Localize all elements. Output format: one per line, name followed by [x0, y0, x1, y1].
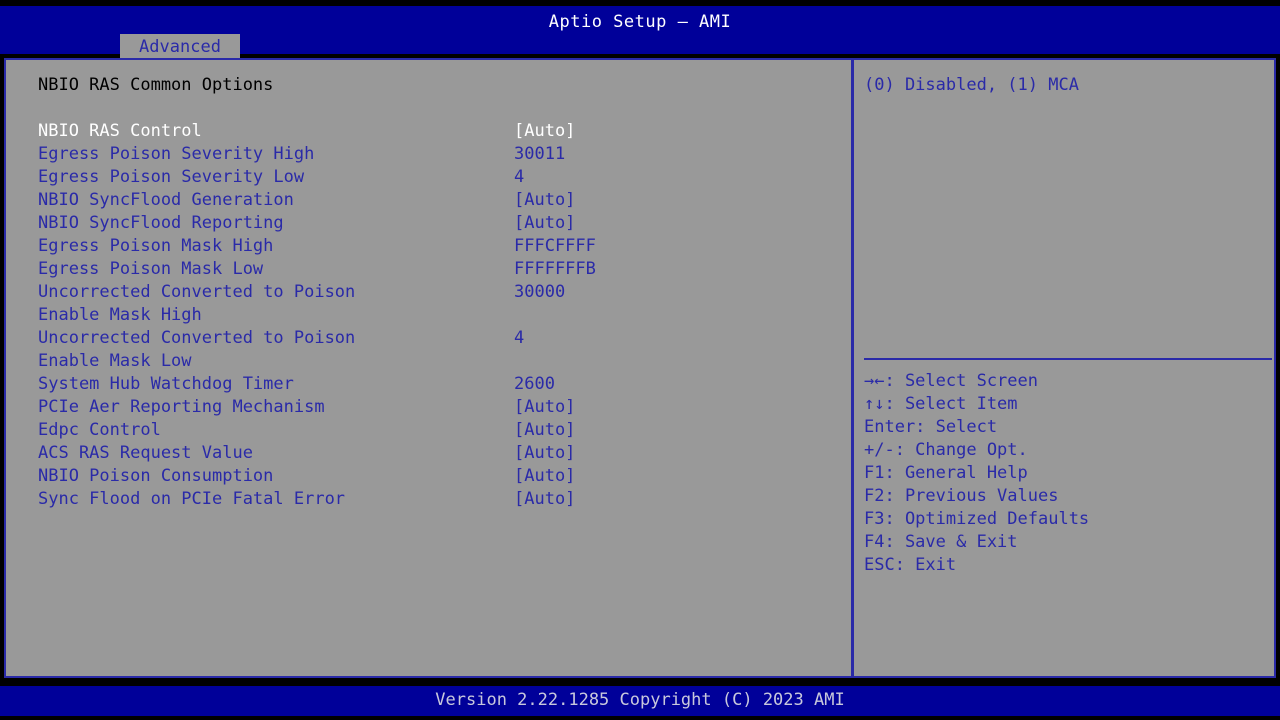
setting-value[interactable]: 4	[514, 166, 524, 189]
setting-value[interactable]: [Auto]	[514, 120, 575, 143]
setting-value[interactable]: [Auto]	[514, 212, 575, 235]
key-legend-item: F4: Save & Exit	[864, 532, 1018, 552]
app-title: Aptio Setup – AMI	[548, 12, 732, 32]
setting-value[interactable]: 30011	[514, 143, 565, 166]
setting-label: NBIO RAS Control	[38, 121, 202, 141]
setting-row[interactable]: System Hub Watchdog Timer 2600	[38, 373, 838, 396]
setting-value[interactable]: 4	[514, 327, 524, 350]
setting-row[interactable]: Sync Flood on PCIe Fatal Error [Auto]	[38, 488, 838, 511]
version-text: Version 2.22.1285 Copyright (C) 2023 AMI	[435, 690, 845, 710]
key-legend-item: F3: Optimized Defaults	[864, 509, 1090, 529]
title-bar: Aptio Setup – AMI Advanced	[0, 6, 1280, 60]
footer-bar: Version 2.22.1285 Copyright (C) 2023 AMI	[0, 686, 1280, 716]
setting-label: Egress Poison Mask Low	[38, 259, 264, 279]
setting-value[interactable]: FFFFFFFB	[514, 258, 596, 281]
setting-value[interactable]: [Auto]	[514, 189, 575, 212]
key-legend-item: Enter: Select	[864, 417, 998, 437]
settings-rows: NBIO RAS Control [Auto] Egress Poison Seve…	[38, 120, 838, 511]
key-legend-item: ↑↓: Select Item	[864, 394, 1018, 414]
key-legend-item: +/-: Change Opt.	[864, 440, 1028, 460]
setting-row[interactable]: Uncorrected Converted to Poison 30000	[38, 281, 838, 304]
setting-label: System Hub Watchdog Timer	[38, 374, 294, 394]
setting-label: Egress Poison Severity Low	[38, 167, 305, 187]
setting-value[interactable]: 30000	[514, 281, 565, 304]
help-panel: (0) Disabled, (1) MCA →←: Select Screen ↑…	[858, 60, 1274, 676]
setting-label: NBIO SyncFlood Reporting	[38, 213, 284, 233]
tab-strip: Advanced	[0, 34, 1280, 60]
key-legend-item: F2: Previous Values	[864, 486, 1059, 506]
setting-row[interactable]: NBIO RAS Control [Auto]	[38, 120, 838, 143]
setting-row[interactable]: Enable Mask Low	[38, 350, 838, 373]
setting-value[interactable]: [Auto]	[514, 488, 575, 511]
setting-row[interactable]: Egress Poison Mask Low FFFFFFFB	[38, 258, 838, 281]
setting-row[interactable]: Enable Mask High	[38, 304, 838, 327]
setting-label: Enable Mask High	[38, 305, 202, 325]
key-legend-item: F1: General Help	[864, 463, 1028, 483]
bios-setup-screen: Aptio Setup – AMI Advanced NBIO RAS Comm…	[0, 0, 1280, 720]
settings-list: NBIO RAS Common Options NBIO RAS Control…	[38, 74, 838, 511]
setting-value[interactable]: [Auto]	[514, 442, 575, 465]
setting-row[interactable]: Egress Poison Severity Low 4	[38, 166, 838, 189]
setting-label: ACS RAS Request Value	[38, 443, 253, 463]
panel-divider	[851, 60, 854, 676]
setting-label: Uncorrected Converted to Poison	[38, 282, 356, 302]
setting-row[interactable]: Egress Poison Mask High FFFCFFFF	[38, 235, 838, 258]
content-frame: NBIO RAS Common Options NBIO RAS Control…	[4, 58, 1276, 678]
key-legend: →←: Select Screen ↑↓: Select Item Enter: S…	[864, 370, 1268, 577]
setting-row[interactable]: ACS RAS Request Value [Auto]	[38, 442, 838, 465]
setting-label: NBIO Poison Consumption	[38, 466, 274, 486]
setting-value[interactable]: FFFCFFFF	[514, 235, 596, 258]
setting-label: Enable Mask Low	[38, 351, 192, 371]
setting-value[interactable]: [Auto]	[514, 465, 575, 488]
setting-label: NBIO SyncFlood Generation	[38, 190, 294, 210]
setting-row[interactable]: NBIO SyncFlood Reporting [Auto]	[38, 212, 838, 235]
setting-row[interactable]: Uncorrected Converted to Poison 4	[38, 327, 838, 350]
setting-label: Edpc Control	[38, 420, 161, 440]
setting-label: Egress Poison Mask High	[38, 236, 274, 256]
setting-label: Sync Flood on PCIe Fatal Error	[38, 489, 346, 509]
setting-label: Uncorrected Converted to Poison	[38, 328, 356, 348]
key-legend-item: ESC: Exit	[864, 555, 957, 575]
section-title: NBIO RAS Common Options	[38, 75, 274, 95]
setting-row[interactable]: NBIO SyncFlood Generation [Auto]	[38, 189, 838, 212]
help-divider	[864, 358, 1272, 360]
setting-row[interactable]: PCIe Aer Reporting Mechanism [Auto]	[38, 396, 838, 419]
setting-value[interactable]: [Auto]	[514, 419, 575, 442]
setting-row[interactable]: Edpc Control [Auto]	[38, 419, 838, 442]
help-description: (0) Disabled, (1) MCA	[864, 75, 1079, 95]
key-legend-item: →←: Select Screen	[864, 371, 1038, 391]
setting-row[interactable]: Egress Poison Severity High 30011	[38, 143, 838, 166]
setting-value[interactable]: [Auto]	[514, 396, 575, 419]
tab-advanced[interactable]: Advanced	[120, 34, 240, 60]
setting-value[interactable]: 2600	[514, 373, 555, 396]
setting-label: Egress Poison Severity High	[38, 144, 315, 164]
setting-label: PCIe Aer Reporting Mechanism	[38, 397, 325, 417]
setting-row[interactable]: NBIO Poison Consumption [Auto]	[38, 465, 838, 488]
